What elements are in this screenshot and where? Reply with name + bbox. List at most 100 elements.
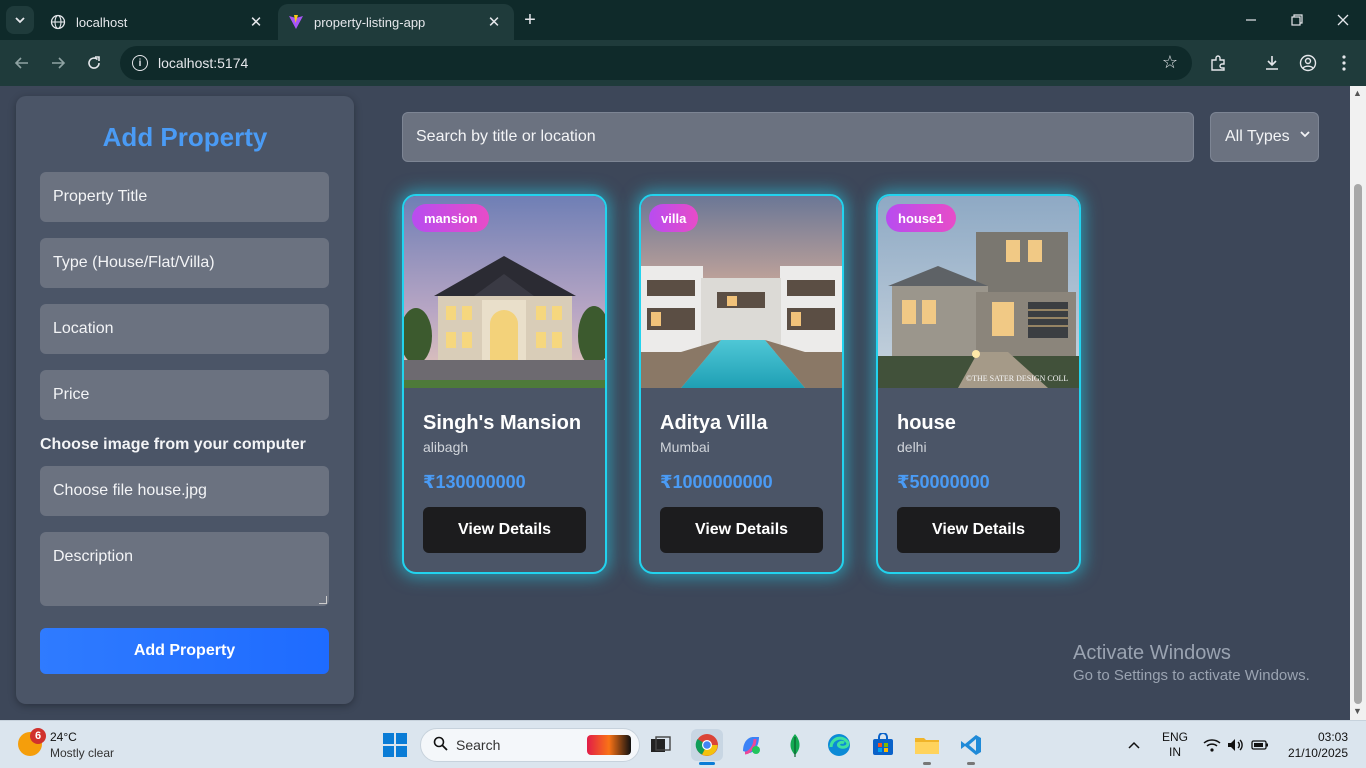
chrome-taskbar-icon[interactable] — [691, 729, 723, 765]
property-location: delhi — [897, 439, 927, 455]
site-info-icon[interactable]: i — [132, 55, 148, 71]
profile-icon[interactable] — [1295, 50, 1321, 76]
volume-icon[interactable] — [1227, 721, 1245, 768]
show-hidden-icons-chevron-icon[interactable] — [1128, 721, 1140, 768]
forward-arrow-icon[interactable] — [45, 50, 71, 76]
scroll-up-arrow-icon[interactable]: ▲ — [1353, 88, 1362, 98]
chevron-down-icon — [1300, 128, 1310, 142]
store-taskbar-icon[interactable] — [867, 729, 899, 761]
property-type-badge: mansion — [412, 204, 490, 232]
kebab-menu-icon[interactable] — [1331, 50, 1357, 76]
description-placeholder: Description — [53, 548, 134, 565]
weather-condition: Mostly clear — [50, 746, 115, 760]
tab-search-chevron-icon[interactable] — [6, 6, 34, 34]
property-location: Mumbai — [660, 439, 710, 455]
property-card: villa Aditya Villa Mumbai ₹1000000000 Vi… — [639, 194, 844, 574]
copilot-taskbar-icon[interactable] — [735, 729, 767, 761]
new-tab-plus-icon[interactable]: + — [518, 8, 542, 32]
browser-tab-property-listing-app[interactable]: property-listing-app ✕ — [278, 4, 514, 40]
windows-start-icon[interactable] — [383, 733, 407, 757]
form-heading: Add Property — [102, 122, 268, 152]
view-details-button[interactable]: View Details — [660, 507, 823, 553]
location-input[interactable]: Location — [40, 304, 329, 354]
language-code: ENG — [1162, 730, 1189, 744]
search-icon — [433, 736, 448, 755]
add-property-button[interactable]: Add Property — [40, 628, 329, 674]
tab-title: property-listing-app — [314, 14, 426, 30]
activate-windows-watermark: Activate Windows Go to Settings to activ… — [1073, 642, 1310, 684]
battery-icon[interactable] — [1251, 721, 1269, 768]
taskbar-search-label: Search — [456, 737, 501, 753]
weather-temperature: 24°C — [50, 730, 77, 744]
extensions-puzzle-icon[interactable] — [1205, 50, 1231, 76]
search-input[interactable]: Search by title or location — [402, 112, 1194, 162]
close-tab-icon[interactable]: ✕ — [246, 12, 266, 32]
address-bar[interactable]: i localhost:5174 ☆ — [120, 46, 1192, 80]
photo-watermark: ©THE SATER DESIGN COLL — [966, 374, 1068, 383]
vscode-taskbar-icon[interactable] — [955, 729, 987, 765]
browser-tab-bar: localhost ✕ property-listing-app ✕ + — [0, 0, 1366, 40]
active-indicator — [699, 762, 715, 765]
mongodb-taskbar-icon[interactable] — [779, 729, 811, 761]
weather-notification-badge: 6 — [30, 728, 46, 744]
property-location: alibagh — [423, 439, 469, 455]
image-upload-label: Choose image from your computer — [40, 436, 306, 453]
clock[interactable]: 03:03 21/10/2025 — [1282, 721, 1348, 768]
type-filter-value: All Types — [1225, 128, 1290, 145]
url-text: localhost:5174 — [158, 55, 249, 71]
running-indicator — [923, 762, 931, 765]
clock-date: 21/10/2025 — [1287, 746, 1348, 760]
property-type-input[interactable]: Type (House/Flat/Villa) — [40, 238, 329, 288]
property-type-badge: villa — [649, 204, 699, 232]
globe-icon — [50, 14, 66, 30]
close-tab-icon[interactable]: ✕ — [484, 12, 504, 32]
browser-toolbar: i localhost:5174 ☆ — [0, 40, 1366, 86]
reload-icon[interactable] — [81, 50, 107, 76]
clock-time: 03:03 — [1317, 730, 1348, 744]
watermark-subtitle: Go to Settings to activate Windows. — [1073, 667, 1310, 684]
property-price: ₹1000000000 — [660, 472, 773, 492]
page-scrollbar[interactable]: ▲ ▼ — [1350, 86, 1366, 720]
search-highlight-icon — [587, 735, 631, 755]
wifi-icon[interactable] — [1203, 721, 1221, 768]
vite-logo-icon — [288, 14, 304, 30]
file-chooser-input[interactable]: Choose file house.jpg — [40, 466, 329, 516]
windows-taskbar: 6 24°C Mostly clear Search ENG IN 03:03 … — [0, 720, 1366, 768]
watermark-title: Activate Windows — [1073, 642, 1231, 664]
taskbar-search-box[interactable]: Search — [420, 728, 640, 762]
scroll-down-arrow-icon[interactable]: ▼ — [1353, 706, 1362, 716]
page-content: Add Property Property Title Type (House/… — [0, 86, 1350, 720]
property-card: ©THE SATER DESIGN COLL house1 house delh… — [876, 194, 1081, 574]
close-window-icon[interactable] — [1320, 0, 1366, 40]
description-textarea[interactable]: Description — [40, 532, 329, 606]
back-arrow-icon[interactable] — [9, 50, 35, 76]
property-type-badge: house1 — [886, 204, 956, 232]
property-price: ₹50000000 — [897, 472, 990, 492]
task-view-icon[interactable] — [645, 729, 677, 761]
property-price: ₹130000000 — [423, 472, 526, 492]
property-card: mansion Singh's Mansion alibagh ₹1300000… — [402, 194, 607, 574]
language-region: IN — [1169, 745, 1181, 759]
download-icon[interactable] — [1259, 50, 1285, 76]
property-name: Singh's Mansion — [423, 412, 582, 434]
bookmark-star-icon[interactable]: ☆ — [1162, 52, 1178, 73]
minimize-icon[interactable] — [1228, 0, 1274, 40]
restore-icon[interactable] — [1274, 0, 1320, 40]
resize-grip-icon[interactable] — [319, 596, 327, 604]
running-indicator — [967, 762, 975, 765]
property-title-input[interactable]: Property Title — [40, 172, 329, 222]
type-filter-select[interactable]: All Types — [1210, 112, 1319, 162]
language-indicator[interactable]: ENG IN — [1162, 721, 1188, 768]
weather-widget[interactable]: 6 24°C Mostly clear — [14, 727, 134, 763]
scroll-thumb[interactable] — [1354, 184, 1362, 704]
tab-title: localhost — [76, 14, 128, 30]
file-explorer-taskbar-icon[interactable] — [911, 729, 943, 765]
view-details-button[interactable]: View Details — [423, 507, 586, 553]
browser-tab-localhost[interactable]: localhost ✕ — [40, 4, 276, 40]
property-name: house — [897, 412, 956, 434]
view-details-button[interactable]: View Details — [897, 507, 1060, 553]
add-property-form: Add Property Property Title Type (House/… — [16, 96, 354, 704]
edge-taskbar-icon[interactable] — [823, 729, 855, 761]
property-name: Aditya Villa — [660, 412, 768, 434]
price-input[interactable]: Price — [40, 370, 329, 420]
